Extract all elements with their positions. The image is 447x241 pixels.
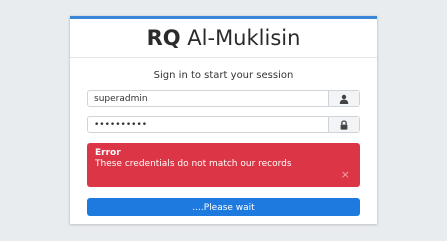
close-icon[interactable]: × [341,169,350,180]
password-input[interactable] [88,117,328,132]
login-logo: RQ Al-Muklisin [70,19,377,58]
brand-bold-text: RQ [146,26,181,50]
login-card: RQ Al-Muklisin Sign in to start your ses… [70,16,377,224]
brand-name-text: Al-Muklisin [180,26,301,50]
username-input[interactable] [88,91,328,106]
sign-in-button[interactable]: ....Please wait [87,198,360,216]
login-box-message: Sign in to start your session [153,70,294,81]
error-alert: Error These credentials do not match our… [87,143,360,187]
lock-icon [328,117,359,132]
alert-message: These credentials do not match our recor… [95,159,292,169]
user-icon [328,91,359,106]
alert-title: Error [95,148,121,158]
username-input-group [87,90,360,107]
password-input-group [87,116,360,133]
